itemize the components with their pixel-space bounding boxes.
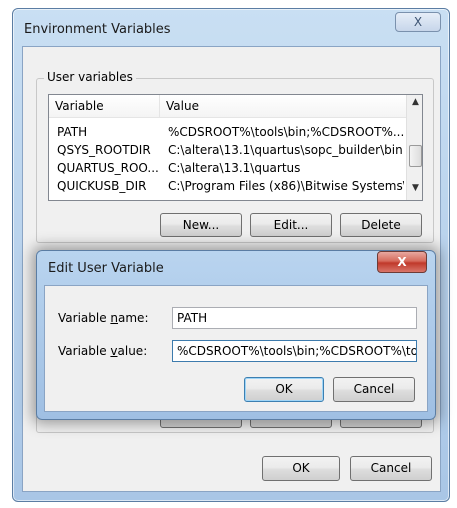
list-scrollbar[interactable]: ▲ ▼ <box>406 95 422 200</box>
new-button[interactable]: New... <box>160 213 242 237</box>
user-variables-label: User variables <box>44 70 136 84</box>
edit-ok-button[interactable]: OK <box>244 377 324 402</box>
edit-button[interactable]: Edit... <box>250 213 332 237</box>
environment-variables-title: Environment Variables <box>24 22 171 37</box>
scroll-down-icon[interactable]: ▼ <box>407 183 422 197</box>
table-row[interactable]: QUARTUS_ROO... C:\altera\13.1\quartus <box>49 160 406 176</box>
env-close-button[interactable]: X <box>395 12 441 32</box>
row-value: C:\Program Files (x86)\Bitwise Systems\.… <box>168 179 404 193</box>
table-row[interactable]: PATH %CDSROOT%\tools\bin;%CDSROOT%... <box>49 124 406 140</box>
row-variable: QSYS_ROOTDIR <box>57 143 151 157</box>
variable-name-field[interactable]: PATH <box>172 307 417 329</box>
variable-value-field[interactable]: %CDSROOT%\tools\bin;%CDSROOT%\toc <box>172 340 417 362</box>
user-variables-list[interactable]: Variable Value PATH %CDSROOT%\tools\bin;… <box>48 94 423 201</box>
scroll-thumb[interactable] <box>409 145 422 167</box>
close-icon: X <box>397 255 407 269</box>
edit-cancel-button[interactable]: Cancel <box>333 377 415 402</box>
variable-name-label: Variable name: <box>58 311 149 325</box>
variable-value-label: Variable value: <box>58 344 148 358</box>
column-header-value[interactable]: Value <box>160 95 406 117</box>
row-variable: QUICKUSB_DIR <box>57 179 147 193</box>
row-variable: PATH <box>57 125 88 139</box>
row-value: %CDSROOT%\tools\bin;%CDSROOT%... <box>168 125 404 139</box>
env-cancel-button[interactable]: Cancel <box>350 456 432 481</box>
edit-user-variable-title: Edit User Variable <box>48 261 164 276</box>
column-header-variable[interactable]: Variable <box>49 95 160 117</box>
list-header: Variable Value <box>49 95 422 118</box>
edit-close-button[interactable]: X <box>377 251 427 273</box>
table-row[interactable]: QSYS_ROOTDIR C:\altera\13.1\quartus\sopc… <box>49 142 406 158</box>
scroll-up-icon[interactable]: ▲ <box>407 97 422 111</box>
env-ok-button[interactable]: OK <box>262 456 340 481</box>
row-value: C:\altera\13.1\quartus\sopc_builder\bin <box>168 143 403 157</box>
table-row[interactable]: QUICKUSB_DIR C:\Program Files (x86)\Bitw… <box>49 178 406 194</box>
delete-button[interactable]: Delete <box>340 213 422 237</box>
close-icon: X <box>413 15 423 29</box>
row-variable: QUARTUS_ROO... <box>57 161 159 175</box>
row-value: C:\altera\13.1\quartus <box>168 161 301 175</box>
